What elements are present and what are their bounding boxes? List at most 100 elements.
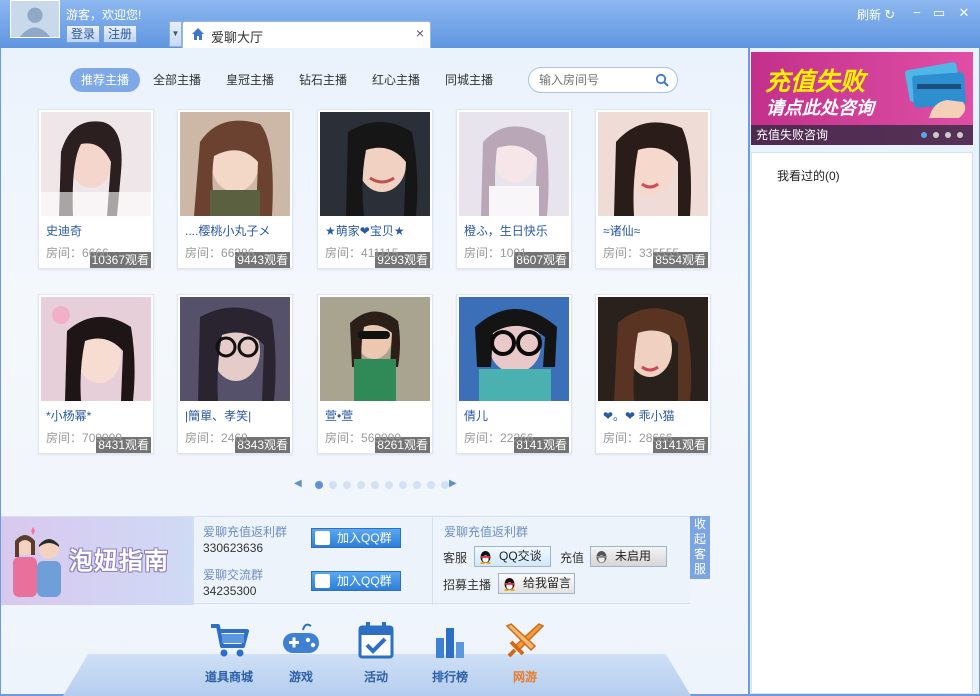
streamer-card[interactable]: 8431观看 *小杨幂* 房间：709999 [38,294,154,454]
minimize-icon: − [913,5,921,20]
streamer-name[interactable]: ❤。❤ 乖小猫 [603,407,707,424]
recharge-service-button[interactable]: 未启用 [590,546,667,567]
filter-diamond[interactable]: 钻石主播 [299,68,347,92]
room-number: 房间：28666 [603,429,672,446]
page-dot[interactable] [427,481,435,489]
room-prefix: 房间： [464,246,501,260]
streamer-name[interactable]: |簡單、孝笑| [185,407,289,424]
nav-events[interactable]: 活动 [348,620,404,690]
streamer-photo [41,112,151,216]
close-window-button[interactable]: ✕ [955,4,973,22]
streamer-card[interactable]: 8141观看 ❤。❤ 乖小猫 房间：28666 [595,294,711,454]
streamer-name[interactable]: 橙ふ，生日快乐 [464,222,568,239]
watch-history-label[interactable]: 我看过的(0) [777,167,840,184]
streamer-card[interactable]: 10367观看 史迪奇 房间：6666 [38,109,154,269]
filter-recommended[interactable]: 推荐主播 [70,68,141,92]
nav-shop[interactable]: 道具商城 [201,620,257,690]
streamer-card[interactable]: 8554观看 ≈诸仙≈ 房间：335555 [595,109,711,269]
room-prefix: 房间： [46,246,83,260]
streamer-card[interactable]: 8261观看 萱•萱 房间：569999 [317,294,433,454]
service-title: 爱聊充值返利群 [444,525,529,539]
qq-group-icon [315,531,330,545]
qq-chat-button[interactable]: QQ交谈 [474,546,551,567]
qq-penguin-icon [504,578,515,591]
tab-list-dropdown[interactable]: ▼ [169,21,182,47]
banner-dot[interactable] [945,132,951,138]
page-dot[interactable] [441,481,449,489]
register-button[interactable]: 注册 [103,25,138,43]
page-dot[interactable] [371,481,379,489]
streamer-name[interactable]: 倩儿 [464,407,568,424]
streamer-photo [180,297,290,401]
banner-dot[interactable] [921,132,927,138]
nav-ranking[interactable]: 排行榜 [422,620,478,690]
banner-headline: 充值失败 [765,67,866,96]
nav-games[interactable]: 游戏 [273,620,329,690]
page-dot[interactable] [343,481,351,489]
streamer-card[interactable]: 8343观看 |簡單、孝笑| 房间：2468 [177,294,293,454]
recharge-label: 充值 [560,551,585,565]
next-page-icon[interactable]: ▶ [449,478,457,489]
streamer-photo [320,297,430,401]
room-prefix: 房间： [464,431,501,445]
prev-page-icon[interactable]: ◀ [294,478,302,489]
streamer-card[interactable]: 8141观看 倩儿 房间：22266 [456,294,572,454]
dating-guide-banner[interactable]: 泡妞指南 [1,517,193,605]
banner-subline: 请点此处咨询 [766,98,874,119]
filter-all[interactable]: 全部主播 [153,68,201,92]
calendar-icon [358,622,394,659]
streamer-name[interactable]: ....樱桃小丸子メ [185,222,289,239]
streamer-photo [320,112,430,216]
filter-local[interactable]: 同城主播 [445,68,493,92]
filter-crown[interactable]: 皇冠主播 [226,68,274,92]
room-id: 22266 [500,431,534,445]
maximize-button[interactable]: ▭ [930,4,948,22]
room-search-input[interactable] [539,72,651,88]
streamer-card[interactable]: 9293观看 ★萌家❤宝贝★ 房间：411115 [317,109,433,269]
kefu-label: 客服 [443,551,468,565]
room-prefix: 房间： [185,246,222,260]
tab-close-icon[interactable]: × [416,25,424,41]
room-id: 66386 [221,246,255,260]
banner-dot[interactable] [957,132,963,138]
streamer-name[interactable]: ★萌家❤宝贝★ [325,222,429,239]
streamer-name[interactable]: ≈诸仙≈ [603,222,707,239]
lobby-main: 推荐主播 全部主播 皇冠主播 钻石主播 红心主播 同城主播 10367观看 史迪… [1,48,748,696]
sword-icon [505,623,545,658]
streamer-name[interactable]: 萱•萱 [325,407,429,424]
user-avatar[interactable] [10,0,60,38]
maximize-icon: ▭ [932,5,946,20]
streamer-card[interactable]: 8607观看 橙ふ，生日快乐 房间：1001 [456,109,572,269]
greeting-text: 游客，欢迎您! [66,8,142,22]
leave-message-button[interactable]: 给我留言 [498,573,575,594]
minimize-button[interactable]: − [908,4,926,22]
room-id: 6666 [82,246,109,260]
right-panel: 充值失败 请点此处咨询 充值失败咨询 我看过的(0) [750,48,979,694]
page-dot[interactable] [357,481,365,489]
login-button[interactable]: 登录 [66,25,101,43]
recharge-help-banner[interactable]: 充值失败 请点此处咨询 充值失败咨询 [751,52,973,145]
streamer-name[interactable]: *小杨幂* [46,407,150,424]
page-dot[interactable] [315,481,323,489]
streamer-photo [459,297,569,401]
streamer-photo [459,112,569,216]
tab-lobby[interactable]: 爱聊大厅 × [182,21,431,48]
page-dot[interactable] [399,481,407,489]
streamer-card[interactable]: 9443观看 ....樱桃小丸子メ 房间：66386 [177,109,293,269]
join-qq-group-button[interactable]: 加入QQ群 [311,528,401,548]
page-dot[interactable] [385,481,393,489]
room-id: 28666 [639,431,673,445]
join-qq-group-button[interactable]: 加入QQ群 [311,571,401,591]
not-enabled-label: 未启用 [615,549,652,563]
refresh-button[interactable]: 刷新 ↻ [857,6,895,23]
guide-title: 泡妞指南 [69,547,169,575]
banner-dot[interactable] [933,132,939,138]
filter-heart[interactable]: 红心主播 [372,68,420,92]
search-icon[interactable] [655,73,669,87]
page-dot[interactable] [329,481,337,489]
page-dot[interactable] [413,481,421,489]
nav-label: 网游 [512,670,537,684]
streamer-name[interactable]: 史迪奇 [46,222,150,239]
collapse-service-button[interactable]: 收起客服 [690,516,710,579]
nav-online-games[interactable]: 网游 [497,620,553,690]
